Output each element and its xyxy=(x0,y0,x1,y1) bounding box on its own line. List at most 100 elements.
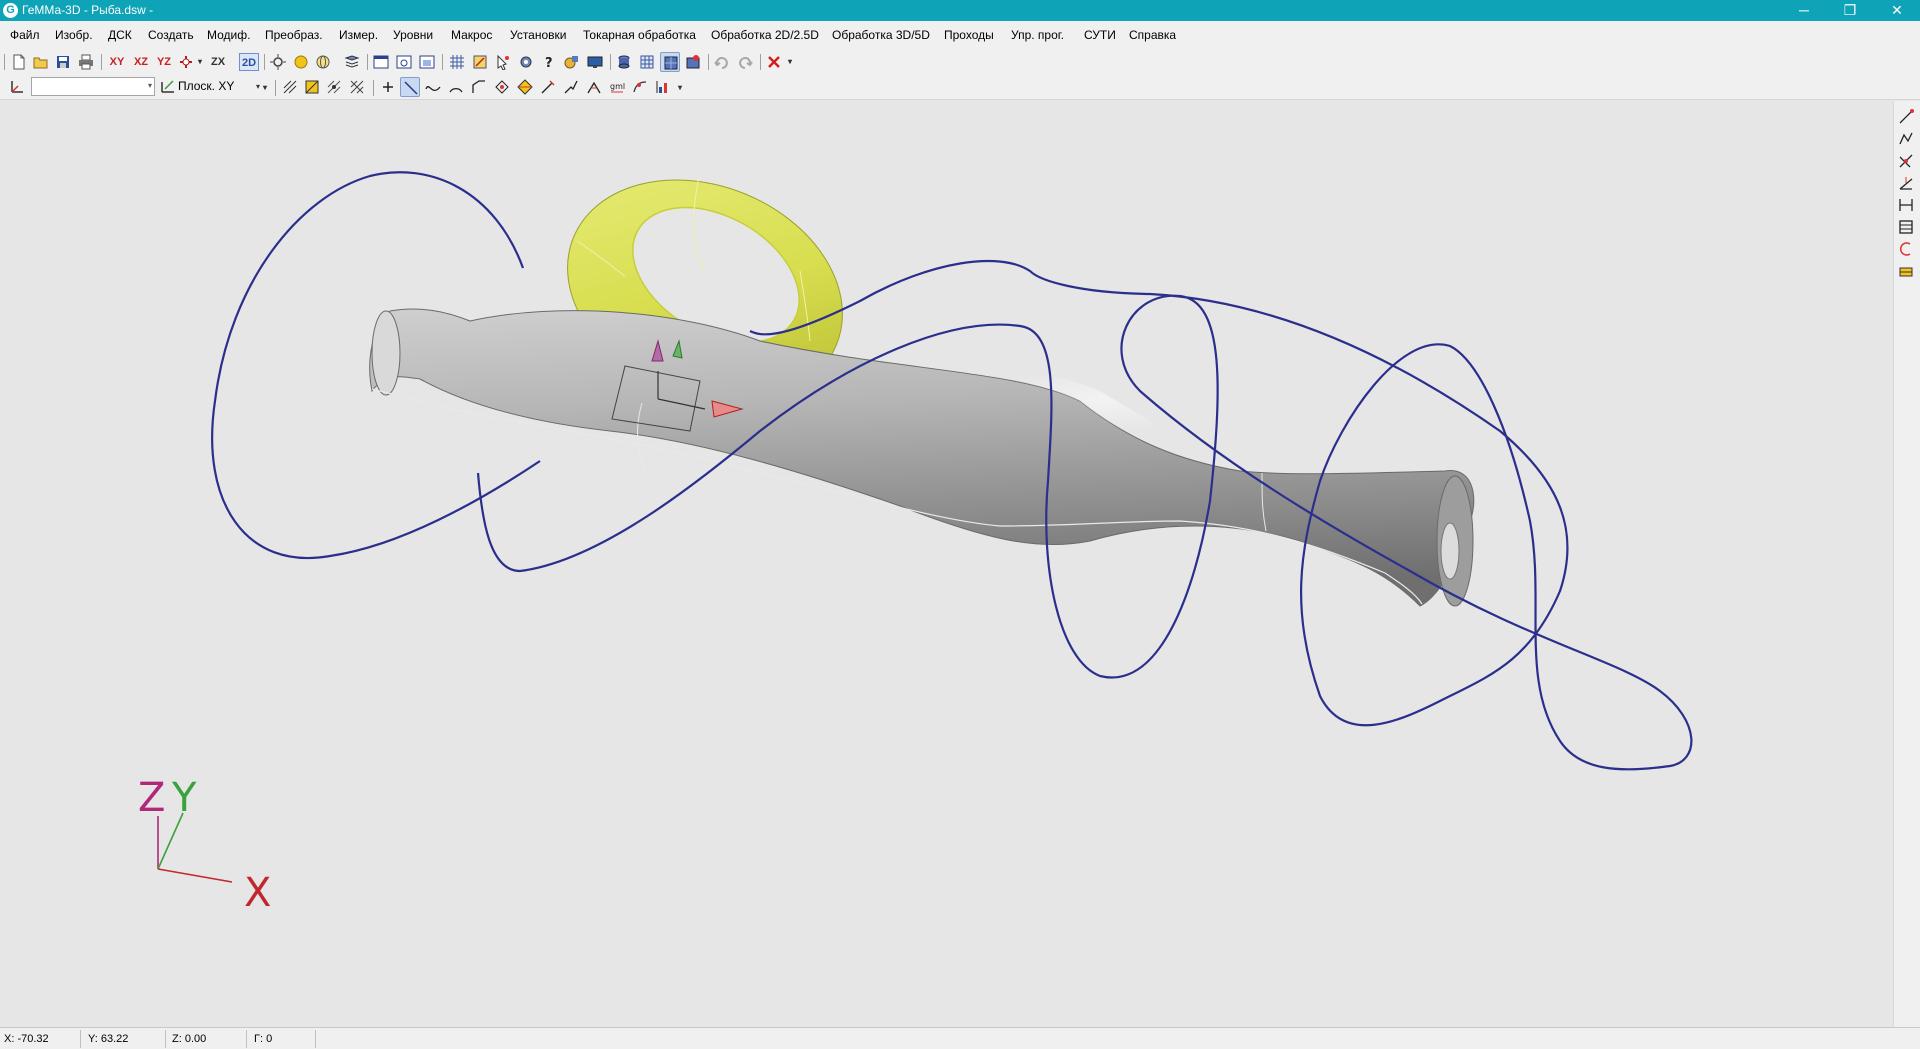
light-icon[interactable] xyxy=(268,52,288,72)
menu-levels[interactable]: Уровни xyxy=(393,28,433,42)
view-zx-button[interactable]: ZX xyxy=(207,53,229,71)
menu-file[interactable]: Файл xyxy=(10,28,40,42)
line-icon[interactable] xyxy=(400,77,420,97)
view-yz-button[interactable]: YZ xyxy=(153,53,175,71)
print-icon[interactable] xyxy=(76,52,96,72)
menu-suti[interactable]: СУТИ xyxy=(1084,28,1116,42)
menu-machining-3d[interactable]: Обработка 3D/5D xyxy=(832,28,930,42)
analysis-icon[interactable] xyxy=(653,77,673,97)
render-view-icon[interactable] xyxy=(683,52,703,72)
plane-extra-arrow[interactable]: ▾ xyxy=(261,79,269,97)
menu-view[interactable]: Изобр. xyxy=(55,28,93,42)
toolbar-separator xyxy=(760,54,761,70)
view-xz-button[interactable]: XZ xyxy=(130,53,152,71)
status-divider xyxy=(246,1030,247,1048)
layer-tool-icon[interactable] xyxy=(1898,263,1916,281)
menu-create[interactable]: Создать xyxy=(148,28,194,42)
menu-macro[interactable]: Макрос xyxy=(451,28,492,42)
delete-icon[interactable] xyxy=(764,52,784,72)
trim-icon[interactable] xyxy=(538,77,558,97)
toolbar-separator xyxy=(264,54,265,70)
menu-help[interactable]: Справка xyxy=(1129,28,1176,42)
text-tool-icon[interactable]: gml xyxy=(607,77,627,97)
menu-program-control[interactable]: Упр. прог. xyxy=(1011,28,1064,42)
delete-dropdown-arrow[interactable]: ▾ xyxy=(785,53,795,71)
split-icon[interactable] xyxy=(584,77,604,97)
view-dropdown-arrow[interactable]: ▾ xyxy=(196,53,204,71)
menu-modify[interactable]: Модиф. xyxy=(207,28,250,42)
menu-measure[interactable]: Измер. xyxy=(339,28,378,42)
solid-view-icon[interactable] xyxy=(660,52,680,72)
surface-icon[interactable] xyxy=(515,77,535,97)
mode-2d-button[interactable]: 2D xyxy=(239,53,259,71)
snap-icon[interactable] xyxy=(470,52,490,72)
window-zoom-icon[interactable] xyxy=(394,52,414,72)
fill-icon[interactable] xyxy=(302,77,322,97)
window-title: ГеММа-3D - Рыба.dsw - xyxy=(22,3,154,17)
point-icon[interactable] xyxy=(378,77,398,97)
axis-label-z: Z xyxy=(138,775,165,821)
monitor-icon[interactable] xyxy=(585,52,605,72)
wireframe-sphere-icon[interactable] xyxy=(313,52,333,72)
minimize-button[interactable]: ─ xyxy=(1781,0,1827,21)
app-icon: G xyxy=(3,3,18,18)
grid-icon[interactable] xyxy=(447,52,467,72)
menu-ucs[interactable]: ДСК xyxy=(108,28,132,42)
chamfer-icon[interactable] xyxy=(469,77,489,97)
spline-icon[interactable] xyxy=(423,77,443,97)
toolbar-grip xyxy=(4,54,5,70)
menu-machining-2d[interactable]: Обработка 2D/2.5D xyxy=(711,28,819,42)
menu-transform[interactable]: Преобраз. xyxy=(265,28,323,42)
menu-turning[interactable]: Токарная обработка xyxy=(583,28,696,42)
scene-canvas[interactable]: Z Y X xyxy=(0,101,1893,1027)
window-view-icon[interactable] xyxy=(371,52,391,72)
cylinder-view-icon[interactable] xyxy=(614,52,634,72)
extend-icon[interactable] xyxy=(561,77,581,97)
line-tool-icon[interactable] xyxy=(1898,109,1916,127)
pattern-icon[interactable] xyxy=(324,77,344,97)
help-query-icon[interactable]: ? xyxy=(539,52,559,72)
plane-select[interactable]: Плоск. XY ▾ xyxy=(178,77,264,96)
mesh-view-icon[interactable] xyxy=(637,52,657,72)
tangent-tool-icon[interactable] xyxy=(1898,153,1916,171)
analysis-dropdown-arrow[interactable]: ▾ xyxy=(675,79,685,97)
pointer-snap-icon[interactable] xyxy=(493,52,513,72)
viewport-3d[interactable]: Z Y X xyxy=(0,101,1893,1027)
curve-edit-icon[interactable] xyxy=(630,77,650,97)
new-file-icon[interactable] xyxy=(9,52,29,72)
dimension-tool-icon[interactable] xyxy=(1898,197,1916,215)
plane-icon[interactable] xyxy=(158,77,178,97)
material-icon[interactable] xyxy=(562,52,582,72)
menu-passes[interactable]: Проходы xyxy=(944,28,994,42)
offset-icon[interactable] xyxy=(492,77,512,97)
arc-icon[interactable] xyxy=(446,77,466,97)
toolbar-separator xyxy=(275,80,276,96)
window-fit-icon[interactable] xyxy=(417,52,437,72)
status-x-coordinate: X: -70.32 xyxy=(4,1033,49,1045)
undo-icon[interactable] xyxy=(712,52,732,72)
hatch-icon[interactable] xyxy=(280,77,300,97)
settings-gear-icon[interactable] xyxy=(516,52,536,72)
ucs-combo[interactable]: ▾ xyxy=(31,77,155,96)
close-button[interactable]: ✕ xyxy=(1874,0,1920,21)
body-part[interactable] xyxy=(369,308,1475,607)
cross-hatch-icon[interactable] xyxy=(347,77,367,97)
menu-settings[interactable]: Установки xyxy=(510,28,566,42)
status-bar: X: -70.32 Y: 63.22 Z: 0.00 Г: 0 xyxy=(0,1027,1920,1049)
angle-tool-icon[interactable] xyxy=(1898,175,1916,193)
restore-button[interactable]: ❐ xyxy=(1827,0,1873,21)
status-g-value: Г: 0 xyxy=(254,1033,273,1045)
open-file-icon[interactable] xyxy=(31,52,51,72)
sphere-shade-icon[interactable] xyxy=(291,52,311,72)
view-xy-button[interactable]: XY xyxy=(106,53,128,71)
redo-icon[interactable] xyxy=(735,52,755,72)
frame-tool-icon[interactable] xyxy=(1898,219,1916,237)
arc-tool-icon[interactable] xyxy=(1898,241,1916,259)
layers-icon[interactable] xyxy=(342,52,362,72)
axis-label-y: Y xyxy=(171,775,197,821)
polyline-tool-icon[interactable] xyxy=(1898,131,1916,149)
save-icon[interactable] xyxy=(53,52,73,72)
view-rotate-icon[interactable] xyxy=(176,52,196,72)
chevron-down-icon: ▾ xyxy=(255,82,260,91)
ucs-axis-icon[interactable] xyxy=(7,77,27,97)
